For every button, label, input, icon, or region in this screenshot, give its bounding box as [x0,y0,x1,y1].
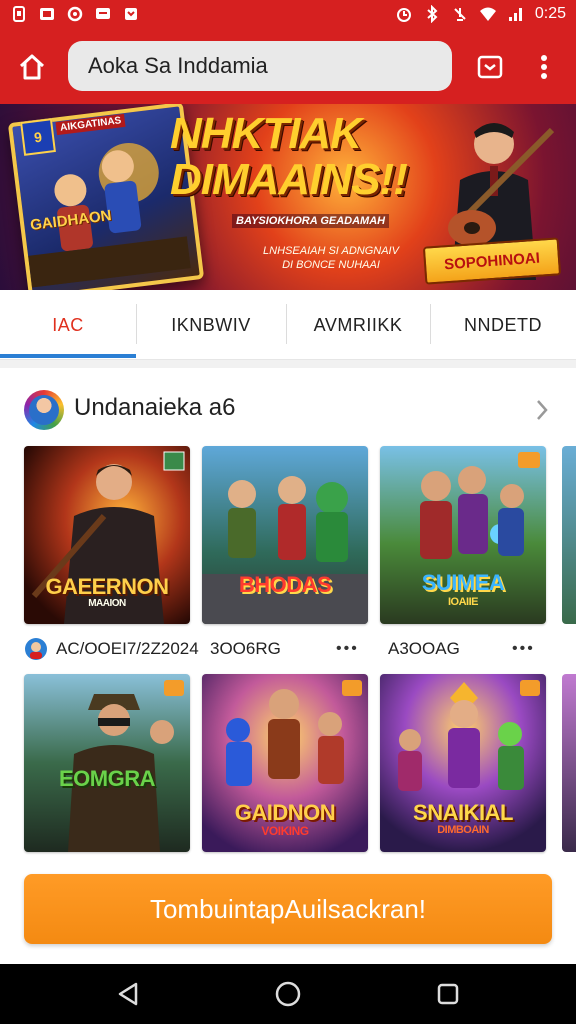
recents-icon [437,983,459,1005]
game-subtitle: MAAION [88,598,126,609]
status-left-icons [10,5,140,23]
signal-icon [508,8,522,21]
game-title: GAIDNON [234,800,336,825]
banner-subtitle: BAYSIOKHORA GEADAMAH [232,214,390,228]
banner-tagline-line2: DI BONCE NUHAAI [282,259,380,271]
home-circle-icon [275,981,301,1007]
section-divider [0,360,576,368]
mute-icon [454,8,466,21]
chevron-right-icon[interactable] [534,398,550,422]
message-icon [96,8,110,19]
game-meta-text: 3OO6RG [210,639,281,658]
game-tile[interactable]: EOMGRA [24,674,190,852]
banner-tagline-line1: LNHSEAIAH SI ADNGNAIV [263,245,399,257]
nav-recents-button[interactable] [432,978,464,1010]
game-tile[interactable]: SUIMEA IOAIIE [380,446,546,624]
game-title: EOMGRA [59,766,156,791]
game-tile[interactable]: SNAIKIAL DIMBOAIN [380,674,546,852]
game-tile-art [24,674,190,852]
banner-tagline: LNHSEAIAH SI ADNGNAIV DI BONCE NUHAAI [256,244,406,272]
home-icon [19,54,45,80]
alarm-icon [396,8,411,22]
cta-container: TombuintapАuilsackran! [0,856,576,964]
promo-banner[interactable]: 9 AIKGATINAS GAIDHAON NHKTIAK DIMAAINS!!… [0,104,576,290]
more-options-icon[interactable]: ••• [512,640,535,658]
notification-icon [125,8,137,20]
nav-back-button[interactable] [112,978,144,1010]
banner-title-line2: DIMAAINS!! [170,155,408,204]
game-tile-partial[interactable] [562,446,576,624]
game-subtitle: IOAIIE [447,596,479,608]
browser-toolbar: Aoka Sa Inddamia [0,28,576,104]
bluetooth-icon [427,5,438,23]
address-bar[interactable]: Aoka Sa Inddamia [68,41,452,91]
game-tile-partial[interactable] [562,674,576,852]
overflow-menu-icon [541,55,547,79]
cta-button[interactable]: TombuintapАuilsackran! [24,874,552,944]
game-title: BHODAS [238,572,332,597]
tab-nndetd[interactable]: NNDETD [430,290,576,360]
game-tile[interactable]: GAEERNON MAAION [24,446,190,624]
status-bar: 0:25 [0,0,576,28]
tabs-button[interactable] [470,47,510,87]
active-tab-indicator [0,354,136,358]
settings-icon [67,6,83,22]
game-tile[interactable]: BHODAS [202,446,368,624]
back-icon [118,982,138,1006]
wifi-icon [479,7,496,21]
url-text: Aoka Sa Inddamia [88,53,268,78]
game-meta-text: AC/OOEI7/2Z2024 [56,639,199,658]
nav-home-button[interactable] [272,978,304,1010]
game-title: GAEERNON [45,574,169,599]
game-meta: AC/OOEI7/2Z2024 [24,637,199,661]
status-time: 0:25 [534,5,566,22]
system-nav-bar [0,964,576,1024]
home-button[interactable] [12,47,52,87]
section-title: Undanaieka a6 [74,394,236,421]
game-tile[interactable]: GAIDNON VOIKING [202,674,368,852]
section-avatar [24,390,64,430]
game-subtitle: VOIKING [261,824,309,838]
banner-title-line1: NHKTIAK [170,109,362,158]
tab-iknbwiv[interactable]: IKNBWIV [136,290,286,360]
game-title: SUIMEA [421,570,505,595]
author-avatar-icon [25,638,47,660]
sim-icon [13,6,25,22]
banner-badge: 9 [20,118,56,156]
game-meta-text: A3OOAG [388,639,460,658]
game-subtitle: DIMBOAIN [437,824,489,836]
game-meta: 3OO6RG [210,637,281,661]
category-tabs: IAC IKNBWIV AVMRIIKK NNDETD [0,290,576,360]
tab-iac[interactable]: IAC [0,290,136,360]
tab-avmriikk[interactable]: AVMRIIKK [286,290,430,360]
game-meta: A3OOAG [388,637,460,661]
overflow-menu-button[interactable] [528,47,560,87]
game-title: SNAIKIAL [413,800,513,825]
photo-icon [40,8,54,20]
section-header[interactable]: Undanaieka a6 [24,388,554,432]
tabs-icon [477,55,503,79]
status-right-icons: 0:25 [395,5,566,23]
more-options-icon[interactable]: ••• [336,640,359,658]
